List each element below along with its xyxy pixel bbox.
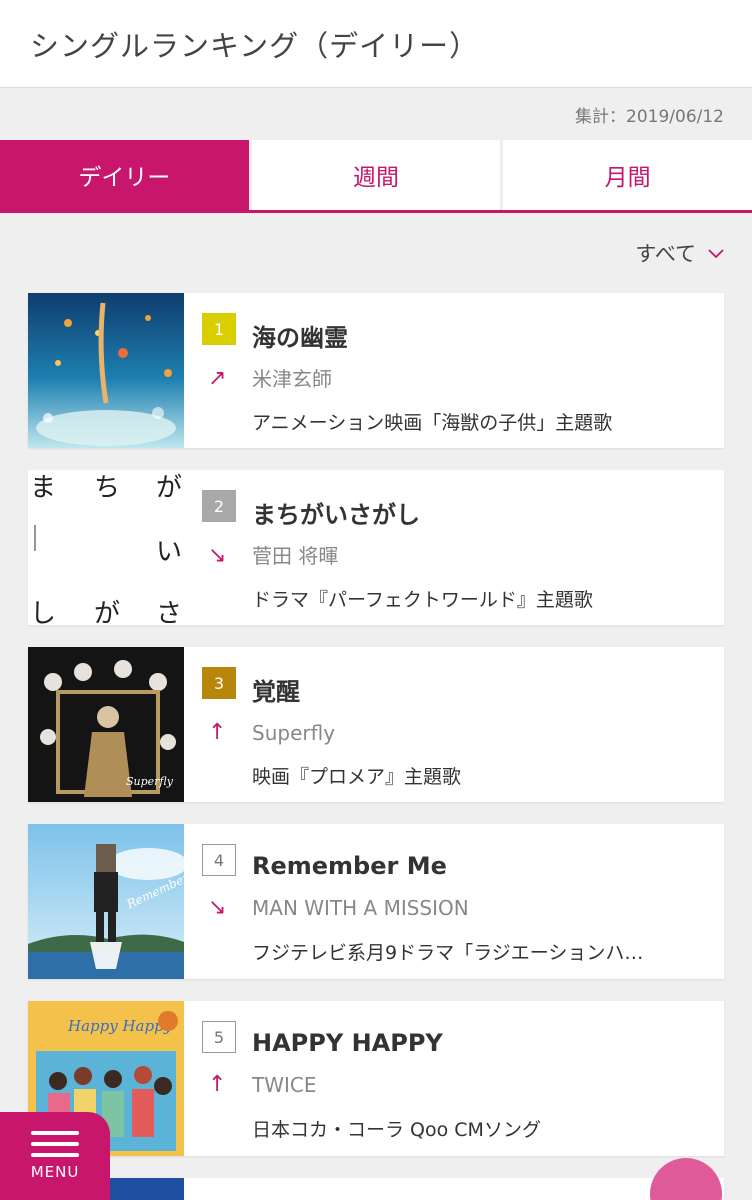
trend-up-icon: ↑ — [208, 719, 227, 745]
ranking-info: 5 HAPPY HAPPY ↑ TWICE 日本コカ・コーラ Qoo CMソング — [184, 1001, 724, 1156]
jacket-char: さ — [156, 599, 182, 625]
artist-name: 米津玄師 — [252, 366, 332, 391]
song-title: Remember Me — [252, 851, 447, 880]
rank-badge-3: 3 — [202, 667, 236, 699]
tieup-text: 日本コカ・コーラ Qoo CMソング — [252, 1119, 541, 1142]
ranking-item-4[interactable]: Remember Me 4 Remember Me ↘ MAN WITH A M… — [28, 824, 724, 979]
artist-name: MAN WITH A MISSION — [252, 895, 469, 920]
ranking-info: 1 海の幽霊 ↗ 米津玄師 アニメーション映画「海獣の子供」主題歌 — [184, 293, 724, 448]
genre-filter-value: すべて — [635, 242, 696, 266]
jacket-logo: Superfly — [126, 775, 174, 788]
genre-filter[interactable]: すべて — [0, 213, 752, 293]
tab-monthly[interactable]: 月間 — [500, 140, 752, 210]
menu-button[interactable]: MENU — [0, 1112, 110, 1200]
jacket-char: が — [94, 599, 120, 625]
artist-name: Superfly — [252, 720, 336, 745]
jacket-char: ま — [30, 473, 56, 503]
song-title: 海の幽霊 — [252, 324, 348, 353]
chevron-down-icon — [708, 243, 724, 264]
page-title: シングルランキング（デイリー） — [30, 28, 480, 63]
trend-up-right-icon: ↗ — [208, 365, 227, 391]
ranking-info: 4 Remember Me ↘ MAN WITH A MISSION フジテレビ… — [184, 824, 724, 979]
period-tabs: デイリー 週間 月間 — [0, 140, 752, 213]
tieup-text: 映画『プロメア』主題歌 — [252, 766, 462, 789]
menu-label: MENU — [30, 1163, 80, 1181]
rank-badge-2: 2 — [202, 490, 236, 522]
ranking-item-5[interactable]: Happy Happy 5 HAPPY HAPPY ↑ TWICE 日本コカ・コ… — [28, 1001, 724, 1156]
ranking-list: 1 海の幽霊 ↗ 米津玄師 アニメーション映画「海獣の子供」主題歌 ま ち が … — [0, 293, 752, 1200]
song-title: まちがいさがし — [252, 501, 420, 530]
trend-up-icon: ↑ — [208, 1071, 227, 1097]
jacket-image-machigai-sagashi: ま ち が い し が さ — [28, 470, 184, 625]
jacket-char: い — [156, 537, 182, 567]
summary-date-row: 集計：2019/06/12 — [0, 88, 752, 140]
ranking-item-6[interactable] — [28, 1178, 724, 1200]
trend-down-right-icon: ↘ — [208, 542, 227, 568]
jacket-image-remember-me: Remember Me — [28, 824, 184, 979]
jacket-char: が — [156, 473, 182, 503]
jacket-char: ち — [94, 473, 120, 503]
tieup-text: フジテレビ系月9ドラマ「ラジエーションハ… — [252, 942, 644, 965]
tab-daily[interactable]: デイリー — [0, 140, 249, 210]
tab-weekly[interactable]: 週間 — [248, 140, 501, 210]
rank-badge-1: 1 — [202, 313, 236, 345]
jacket-char: し — [30, 599, 56, 625]
rank-badge-4: 4 — [202, 844, 236, 876]
song-title: 覚醒 — [252, 678, 300, 707]
ranking-info: 3 覚醒 ↑ Superfly 映画『プロメア』主題歌 — [184, 647, 724, 802]
artist-name: TWICE — [252, 1072, 317, 1097]
ranking-item-2[interactable]: ま ち が い し が さ 2 まちがいさがし ↘ 菅田 将暉 ドラマ『パーフェ… — [28, 470, 724, 625]
jacket-logo: Happy Happy — [67, 1017, 173, 1035]
song-title: HAPPY HAPPY — [252, 1028, 443, 1057]
rank-badge-5: 5 — [202, 1021, 236, 1053]
hamburger-icon — [31, 1131, 79, 1157]
ranking-info: 2 まちがいさがし ↘ 菅田 将暉 ドラマ『パーフェクトワールド』主題歌 — [184, 470, 724, 625]
jacket-image-kakusei: Superfly — [28, 647, 184, 802]
summary-date: 集計：2019/06/12 — [575, 106, 724, 127]
jacket-image-umi-no-yuurei — [28, 293, 184, 448]
ranking-item-3[interactable]: Superfly 3 覚醒 ↑ Superfly 映画『プロメア』主題歌 — [28, 647, 724, 802]
tieup-text: アニメーション映画「海獣の子供」主題歌 — [252, 412, 613, 435]
ranking-item-1[interactable]: 1 海の幽霊 ↗ 米津玄師 アニメーション映画「海獣の子供」主題歌 — [28, 293, 724, 448]
artist-name: 菅田 将暉 — [252, 543, 339, 568]
tieup-text: ドラマ『パーフェクトワールド』主題歌 — [252, 589, 593, 612]
trend-down-right-icon: ↘ — [208, 894, 227, 920]
app-header: シングルランキング（デイリー） — [0, 0, 752, 88]
